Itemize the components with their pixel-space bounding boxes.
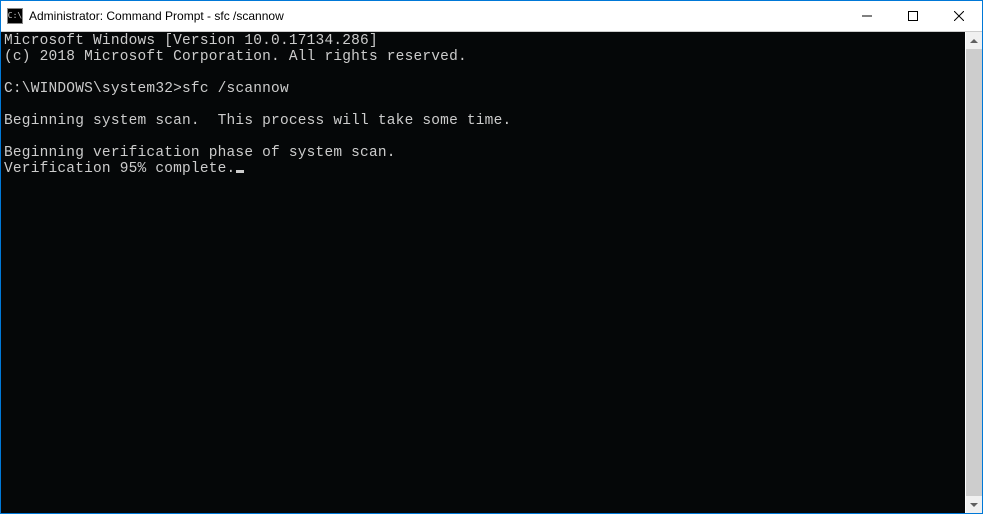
scroll-up-button[interactable]	[966, 32, 982, 49]
close-button[interactable]	[936, 1, 982, 31]
terminal-line: (c) 2018 Microsoft Corporation. All righ…	[4, 49, 467, 65]
terminal-line: Beginning system scan. This process will…	[4, 113, 511, 129]
content-area: Microsoft Windows [Version 10.0.17134.28…	[1, 31, 982, 513]
cmd-icon-text: C:\	[8, 12, 22, 20]
cmd-icon: C:\	[7, 8, 23, 24]
close-icon	[954, 11, 964, 21]
terminal-line: Beginning verification phase of system s…	[4, 145, 396, 161]
terminal-output[interactable]: Microsoft Windows [Version 10.0.17134.28…	[1, 32, 965, 513]
window-controls	[844, 1, 982, 31]
vertical-scrollbar[interactable]	[965, 32, 982, 513]
scroll-thumb[interactable]	[966, 49, 982, 496]
chevron-up-icon	[970, 39, 978, 43]
terminal-line: Microsoft Windows [Version 10.0.17134.28…	[4, 33, 378, 49]
titlebar[interactable]: C:\ Administrator: Command Prompt - sfc …	[1, 1, 982, 31]
maximize-button[interactable]	[890, 1, 936, 31]
chevron-down-icon	[970, 503, 978, 507]
terminal-command: sfc /scannow	[182, 81, 289, 97]
command-prompt-window: C:\ Administrator: Command Prompt - sfc …	[0, 0, 983, 514]
scroll-down-button[interactable]	[966, 496, 982, 513]
terminal-line: Verification 95% complete.	[4, 161, 235, 177]
scroll-track[interactable]	[966, 49, 982, 496]
minimize-button[interactable]	[844, 1, 890, 31]
terminal-prompt: C:\WINDOWS\system32>	[4, 81, 182, 97]
maximize-icon	[908, 11, 918, 21]
cursor	[236, 170, 244, 173]
window-title: Administrator: Command Prompt - sfc /sca…	[29, 9, 284, 23]
minimize-icon	[862, 11, 872, 21]
